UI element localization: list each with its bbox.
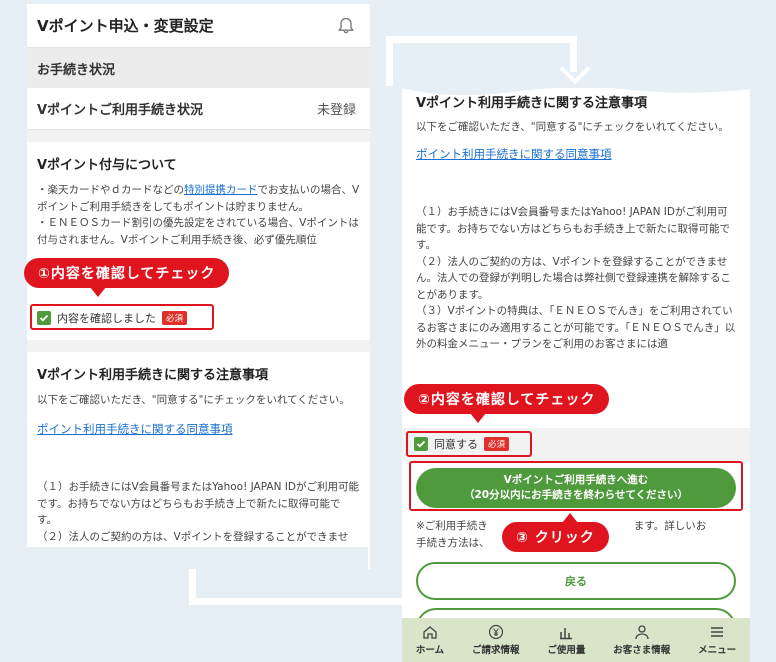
home-icon [423, 626, 437, 639]
notice-title: Vポイント利用手続きに関する注意事項 [37, 368, 269, 383]
back-button[interactable]: 戻る [416, 562, 736, 600]
highlight-proceed [409, 461, 743, 511]
bottom-nav: ホーム ご請求情報 ご使用量 お客さま情報 メニュー [402, 618, 750, 662]
agreement-link[interactable]: ポイント利用手続きに関する同意事項 [37, 421, 360, 438]
section-label: お手続き状況 [27, 48, 370, 88]
bar-chart-icon [560, 628, 573, 640]
agreement-link[interactable]: ポイント利用手続きに関する同意事項 [416, 146, 736, 163]
bell-icon[interactable] [336, 16, 356, 36]
torn-edge [27, 547, 368, 569]
page-title: Vポイント申込・変更設定 [37, 17, 214, 35]
person-icon [635, 625, 649, 640]
grant-title: Vポイント付与について [37, 158, 177, 173]
connector-bottom [189, 598, 404, 605]
callout-step2: ②内容を確認してチェック [404, 384, 610, 423]
nav-home[interactable]: ホーム [416, 624, 444, 656]
highlight-agree [406, 431, 532, 457]
status-value: 未登録 [316, 103, 356, 118]
notice-item: （２）法人のご契約の方は、Vポイントを登録することができません。法人での登録が判… [416, 255, 731, 301]
nav-usage[interactable]: ご使用量 [547, 624, 585, 656]
hamburger-icon [711, 627, 724, 637]
nav-customer[interactable]: お客さま情報 [613, 624, 670, 656]
highlight-confirm [30, 304, 214, 330]
arrow-down-icon [559, 53, 591, 85]
connector-top [386, 36, 572, 43]
notice-block-right: Vポイント利用手続きに関する注意事項 以下をご確認いただき、"同意する"にチェッ… [402, 88, 750, 428]
notice-block: Vポイント利用手続きに関する注意事項 以下をご確認いただき、"同意する"にチェッ… [27, 352, 370, 569]
notice-item: （３）Vポイントの特典は、「ＥＮＥＯＳでんき」をご利用されているお客さまにのみ適… [416, 305, 736, 350]
callout-step3: ③ クリック [502, 513, 609, 552]
nav-menu[interactable]: メニュー [698, 624, 736, 656]
notice-intro: 以下をご確認いただき、"同意する"にチェックをいれてください。 [416, 121, 729, 133]
special-card-link[interactable]: 特別提携カード [184, 184, 258, 196]
callout-step1: ①内容を確認してチェック [24, 258, 230, 297]
nav-billing[interactable]: ご請求情報 [472, 624, 520, 656]
notice-item: （１）お手続きにはV会員番号またはYahoo! JAPAN IDがご利用可能です… [416, 206, 730, 251]
torn-edge [402, 88, 750, 96]
page-header: Vポイント申込・変更設定 [27, 4, 370, 48]
notice-intro: 以下をご確認いただき、"同意する"にチェックをいれてください。 [37, 394, 350, 406]
connector-left-vertical [386, 36, 393, 86]
yen-icon [488, 624, 503, 640]
notice-item: （１）お手続きにはV会員番号またはYahoo! JAPAN IDがご利用可能です… [37, 481, 359, 526]
right-screen: Vポイント利用手続きに関する注意事項 以下をご確認いただき、"同意する"にチェッ… [402, 88, 750, 662]
grant-text: ・楽天カードやｄカードなどの特別提携カードでお支払いの場合、Vポイントご利用手続… [37, 184, 360, 246]
status-label: Vポイントご利用手続き状況 [37, 103, 204, 118]
status-row: Vポイントご利用手続き状況 未登録 [27, 88, 370, 130]
